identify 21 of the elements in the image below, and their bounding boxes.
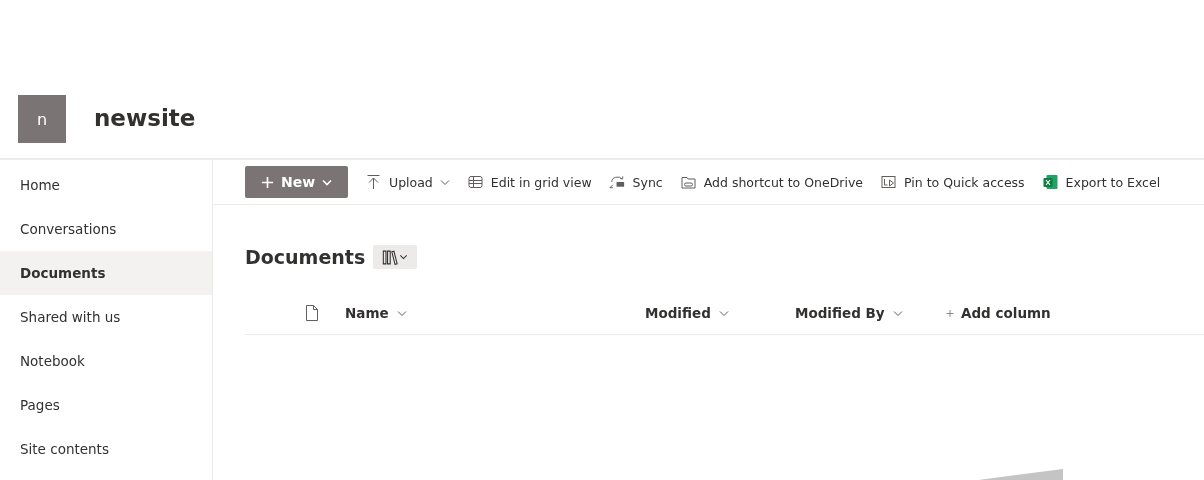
site-title: newsite xyxy=(94,105,196,131)
command-button[interactable]: Export to Excel xyxy=(1041,166,1161,198)
command-button[interactable]: Sync xyxy=(608,166,663,198)
nav-item[interactable]: Conversations xyxy=(0,207,212,251)
command-button[interactable]: Add shortcut to OneDrive xyxy=(679,166,863,198)
new-button[interactable]: New xyxy=(245,166,348,198)
nav-item[interactable]: Notebook xyxy=(0,339,212,383)
site-logo[interactable]: n xyxy=(18,95,66,143)
command-button[interactable]: Pin to Quick access xyxy=(880,166,1025,198)
nav-item[interactable]: Pages xyxy=(0,383,212,427)
command-button[interactable]: Upload xyxy=(365,166,450,198)
nav-item[interactable]: Shared with us xyxy=(0,295,212,339)
library-title: Documents xyxy=(245,246,366,268)
command-button[interactable]: Edit in grid view xyxy=(466,166,592,198)
nav-item[interactable]: Site contents xyxy=(0,427,212,471)
column-header[interactable]: Name xyxy=(345,305,645,321)
nav-item[interactable]: Home xyxy=(0,163,212,207)
nav-item[interactable]: Documents xyxy=(0,251,212,295)
column-header[interactable]: Modified By xyxy=(795,305,945,321)
add-column-button[interactable]: Add column xyxy=(945,305,1095,321)
column-header[interactable]: Modified xyxy=(645,305,795,321)
